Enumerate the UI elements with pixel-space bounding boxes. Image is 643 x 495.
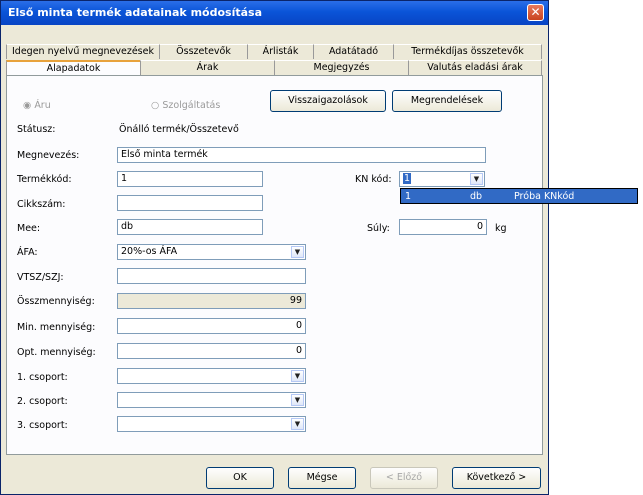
chevron-down-icon[interactable]: ▼ [291, 370, 304, 382]
ok-button[interactable]: OK [206, 467, 274, 489]
megrendelesek-button[interactable]: Megrendelések [392, 90, 502, 112]
csoport1-label: 1. csoport: [17, 372, 68, 383]
csoport2-label: 2. csoport: [17, 396, 68, 407]
tab-termekdijas[interactable]: Termékdíjas összetevők [393, 44, 542, 59]
chevron-down-icon[interactable]: ▼ [291, 418, 304, 430]
termekkod-input[interactable]: 1 [117, 171, 263, 187]
knkod-option-code: 1 [405, 191, 412, 202]
osszmennyiseg-value: 99 [117, 293, 306, 309]
csoport2-select[interactable]: ▼ [117, 392, 306, 408]
afa-select[interactable]: 20%-os ÁFA ▼ [117, 244, 306, 260]
statusz-label: Státusz: [17, 124, 56, 135]
radio-szolgaltatas[interactable]: ○ Szolgáltatás [151, 100, 220, 111]
knkod-option-unit: db [470, 191, 483, 202]
afa-value: 20%-os ÁFA [121, 246, 178, 257]
mee-input[interactable]: db [117, 219, 263, 235]
tab-row-back: Idegen nyelvű megnevezések Összetevők Ár… [6, 44, 542, 59]
chevron-down-icon[interactable]: ▼ [291, 394, 304, 406]
product-edit-dialog: Első minta termék adatainak módosítása ✕… [0, 0, 549, 495]
cikkszam-label: Cikkszám: [17, 199, 66, 210]
tab-adatatado[interactable]: Adatátadó [313, 44, 393, 59]
kovetkezo-button[interactable]: Következő > [452, 467, 541, 489]
tab-idegen-nyelvu[interactable]: Idegen nyelvű megnevezések [6, 44, 159, 59]
tab-arak[interactable]: Árak [140, 60, 274, 75]
knkod-value: 1 [403, 173, 412, 184]
tab-osszetevok[interactable]: Összetevők [159, 44, 247, 59]
opt-mennyiseg-label: Opt. mennyiség: [17, 347, 96, 358]
tab-arlistak[interactable]: Árlisták [247, 44, 313, 59]
tab-row-front: Alapadatok Árak Megjegyzés Valutás eladá… [6, 60, 542, 75]
suly-input[interactable]: 0 [399, 219, 487, 235]
knkod-label: KN kód: [355, 174, 392, 185]
visszaigazolasok-button[interactable]: Visszaigazolások [270, 90, 386, 112]
megnevezes-input[interactable]: Első minta termék [117, 147, 486, 163]
megse-button[interactable]: Mégse [288, 467, 356, 489]
window-title: Első minta termék adatainak módosítása [8, 6, 262, 19]
close-button[interactable]: ✕ [527, 4, 544, 21]
min-mennyiseg-input[interactable]: 0 [117, 318, 306, 334]
cikkszam-input[interactable] [117, 195, 263, 211]
afa-label: ÁFA: [17, 247, 38, 258]
knkod-dropdown-list[interactable]: 1 db Próba KNkód [400, 188, 638, 204]
termekkod-label: Termékkód: [17, 174, 72, 185]
close-icon: ✕ [530, 5, 541, 19]
chevron-down-icon[interactable]: ▼ [470, 173, 483, 185]
suly-label: Súly: [367, 223, 390, 234]
radio-aru[interactable]: ◉ Áru [23, 100, 51, 111]
csoport1-select[interactable]: ▼ [117, 368, 306, 384]
csoport3-select[interactable]: ▼ [117, 416, 306, 432]
knkod-option-name: Próba KNkód [514, 191, 575, 202]
vtsz-input[interactable] [117, 268, 306, 284]
radio-aru-label: Áru [34, 100, 51, 111]
mee-label: Mee: [17, 223, 41, 234]
statusz-value: Önálló termék/Összetevő [119, 124, 239, 135]
chevron-down-icon[interactable]: ▼ [291, 246, 304, 258]
osszmennyiseg-label: Összmennyiség: [17, 296, 95, 307]
tab-alapadatok[interactable]: Alapadatok [6, 60, 140, 75]
tab-valutas[interactable]: Valutás eladási árak [408, 60, 542, 75]
title-bar[interactable]: Első minta termék adatainak módosítása ✕ [1, 1, 548, 25]
min-mennyiseg-label: Min. mennyiség: [17, 322, 96, 333]
tab-megjegyzes[interactable]: Megjegyzés [274, 60, 408, 75]
opt-mennyiseg-input[interactable]: 0 [117, 343, 306, 359]
radio-szolgaltatas-label: Szolgáltatás [162, 100, 221, 111]
csoport3-label: 3. csoport: [17, 420, 68, 431]
knkod-select[interactable]: 1 ▼ [399, 171, 485, 187]
vtsz-label: VTSZ/SZJ: [17, 272, 64, 283]
elozo-button: < Előző [370, 467, 438, 489]
megnevezes-label: Megnevezés: [17, 150, 80, 161]
suly-unit: kg [495, 223, 507, 234]
